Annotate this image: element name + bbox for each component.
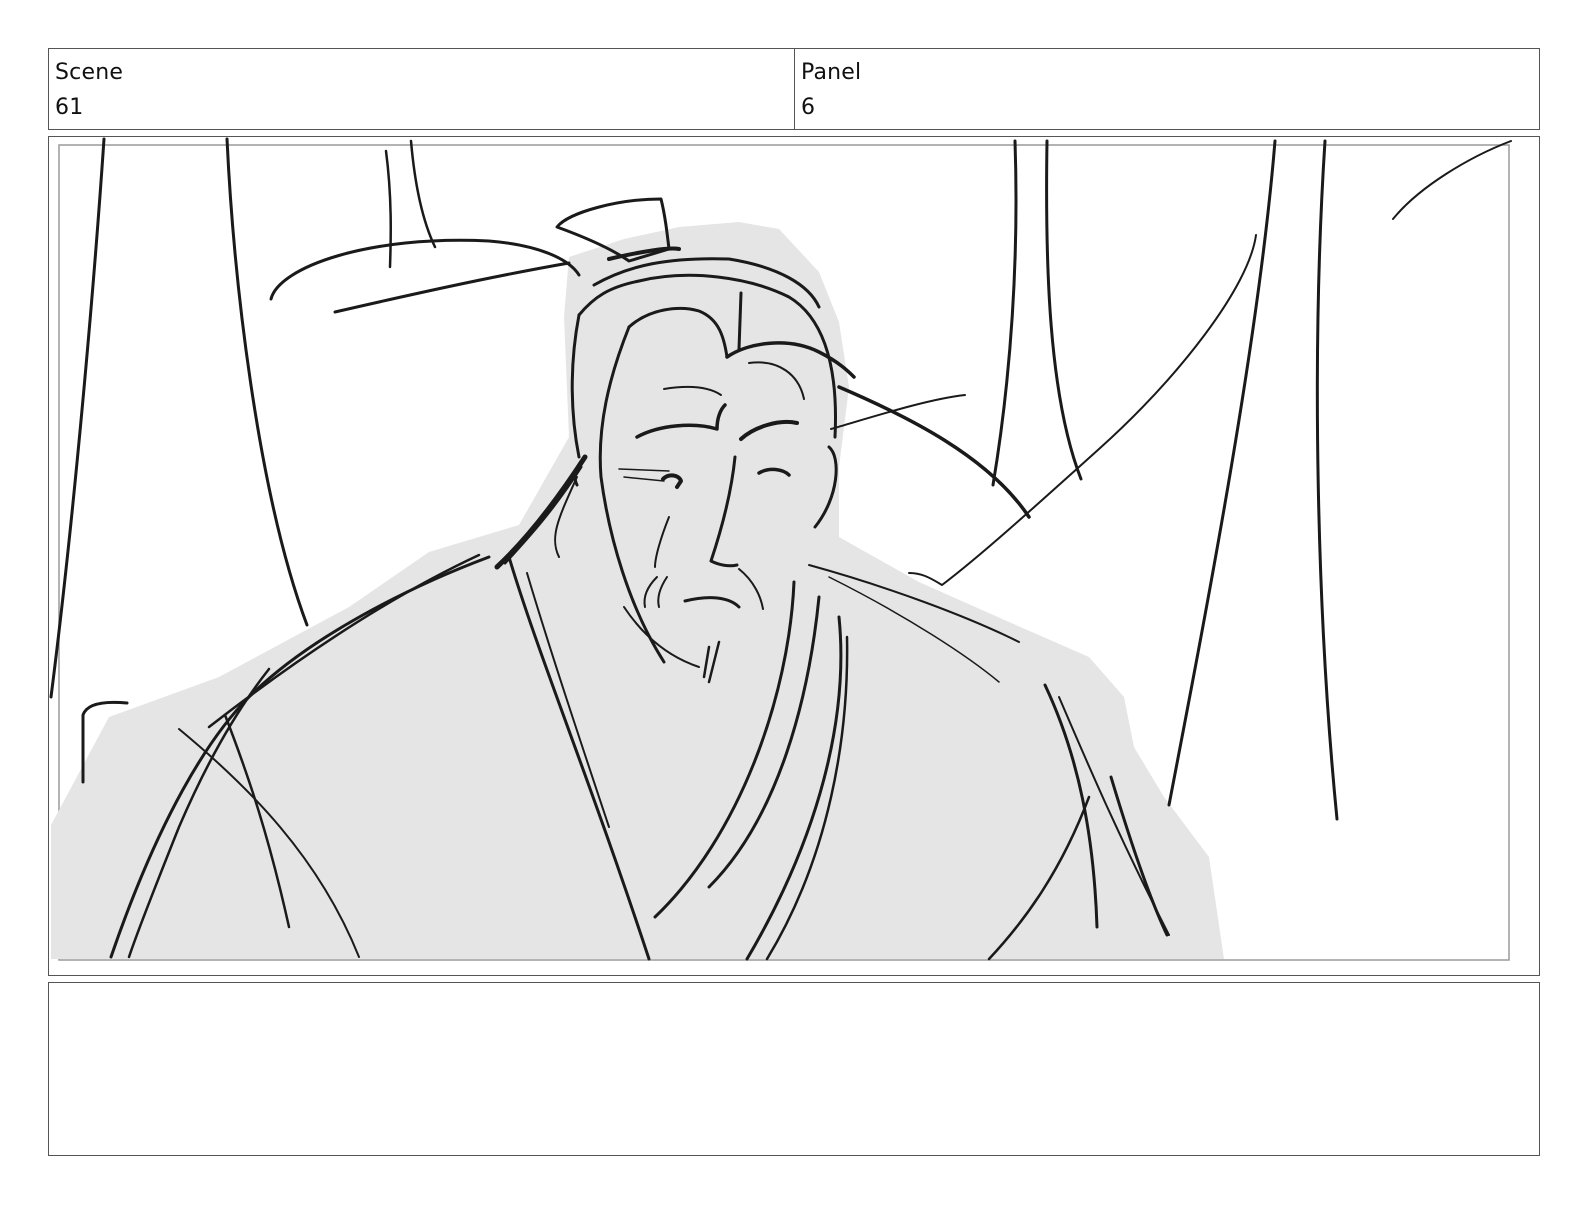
branch-line bbox=[908, 234, 1257, 586]
scene-cell: Scene 61 bbox=[49, 49, 794, 129]
scene-label: Scene bbox=[55, 60, 124, 85]
tree-line bbox=[409, 139, 437, 249]
tree-line bbox=[991, 139, 1018, 487]
tree-line bbox=[225, 137, 309, 627]
notes-text bbox=[49, 983, 1539, 999]
storyboard-sketch bbox=[49, 137, 1512, 961]
panel-header: Scene 61 Panel 6 bbox=[48, 48, 1540, 130]
storyboard-panel bbox=[48, 136, 1540, 976]
hair-line bbox=[737, 291, 743, 351]
tree-line bbox=[1045, 139, 1083, 481]
tree-line bbox=[1167, 139, 1277, 807]
scene-number: 61 bbox=[55, 95, 84, 120]
branch-line bbox=[837, 385, 1031, 519]
panel-notes bbox=[48, 982, 1540, 1156]
branch-line bbox=[830, 394, 966, 430]
panel-label: Panel bbox=[801, 60, 862, 85]
tree-line bbox=[1315, 139, 1339, 821]
panel-number: 6 bbox=[801, 95, 816, 120]
tree-line bbox=[384, 149, 393, 269]
figure-fill bbox=[51, 222, 1224, 959]
branch-line bbox=[333, 261, 571, 314]
branch-line bbox=[1392, 140, 1512, 220]
panel-cell: Panel 6 bbox=[794, 49, 1539, 129]
